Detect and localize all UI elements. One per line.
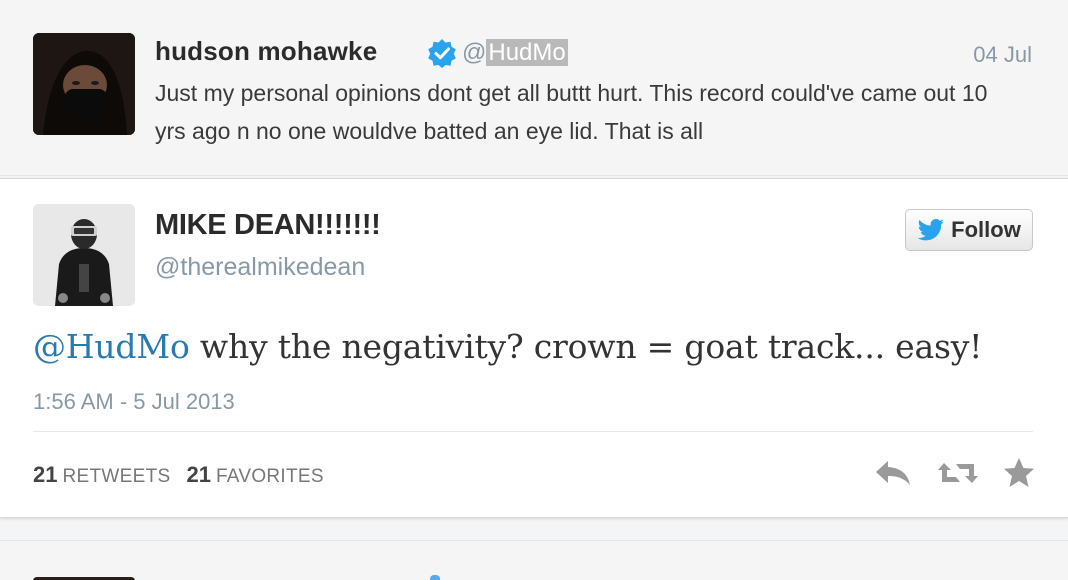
twitter-bird-icon (917, 219, 945, 241)
handle-highlighted: HudMo (486, 39, 568, 66)
favorites-count[interactable]: 21 (186, 462, 210, 488)
retweet-icon[interactable] (936, 457, 980, 494)
tweet-text: Just my personal opinions dont get all b… (155, 80, 988, 144)
tweet-date[interactable]: 04 Jul (973, 42, 1032, 68)
retweets-count[interactable]: 21 (33, 462, 57, 488)
tweet-text-body: why the negativity? crown = goat track..… (189, 327, 983, 366)
tweet-text: @HudMo why the negativity? crown = goat … (33, 327, 1033, 366)
tweet-author-handle[interactable]: @HudMo (462, 39, 568, 67)
reply-icon[interactable] (872, 457, 914, 494)
tweet-actions (872, 457, 1036, 494)
retweets-label[interactable]: RETWEETS (62, 466, 170, 488)
follow-button[interactable]: Follow (905, 209, 1033, 251)
favorite-icon[interactable] (1002, 457, 1036, 494)
tweet-timestamp[interactable]: 1:56 AM - 5 Jul 2013 (33, 389, 235, 415)
tweet-mikedean-expanded: MIKE DEAN!!!!!!! @therealmikedean Follow… (0, 178, 1068, 518)
tweet-author-handle[interactable]: @therealmikedean (155, 253, 365, 282)
tweet-hudmo[interactable]: hudson mohawke @HudMo 04 Jul Just my per… (0, 0, 1068, 176)
tweet-author-name[interactable]: hudson mohawke (155, 36, 377, 67)
follow-button-label: Follow (951, 217, 1021, 242)
favorites-label[interactable]: FAVORITES (216, 466, 324, 488)
mention-link[interactable]: @HudMo (33, 327, 190, 366)
verified-badge-icon (430, 575, 440, 580)
avatar-mikedean[interactable] (33, 204, 135, 306)
tweet-stats: 21 RETWEETS 21 FAVORITES (33, 462, 340, 488)
tweet-next-partial[interactable] (0, 540, 1068, 580)
verified-badge-icon (428, 39, 456, 68)
tweet-author-name[interactable]: MIKE DEAN!!!!!!! (155, 209, 381, 242)
avatar-hudmo[interactable] (33, 33, 135, 135)
divider (33, 431, 1033, 432)
handle-prefix: @ (462, 39, 487, 66)
